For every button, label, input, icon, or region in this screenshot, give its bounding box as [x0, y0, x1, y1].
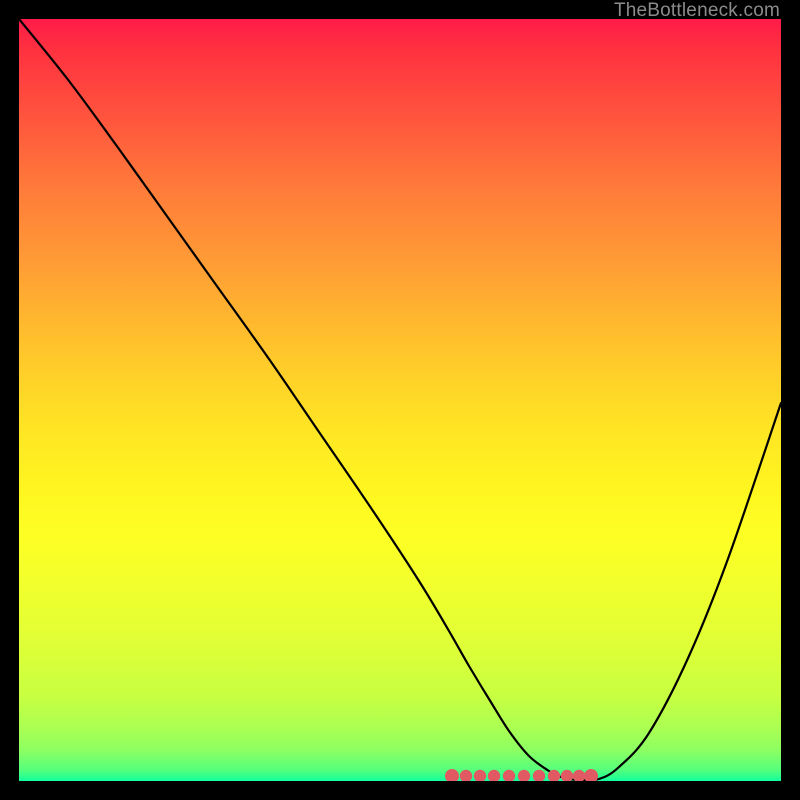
marker-dot: [460, 770, 472, 781]
marker-dot: [445, 769, 459, 781]
marker-dot: [503, 770, 515, 781]
marker-dot: [533, 770, 545, 781]
watermark-label: TheBottleneck.com: [614, 0, 780, 22]
marker-dot: [573, 770, 585, 781]
plot-area: [19, 19, 781, 781]
marker-dot: [488, 770, 500, 781]
optimal-range-markers: [445, 769, 598, 781]
marker-dot: [561, 770, 573, 781]
marker-dot: [474, 770, 486, 781]
marker-dot: [518, 770, 530, 781]
chart-svg: [19, 19, 781, 781]
marker-dot: [584, 769, 598, 781]
bottleneck-curve: [19, 19, 781, 780]
chart-container: TheBottleneck.com: [0, 0, 800, 800]
